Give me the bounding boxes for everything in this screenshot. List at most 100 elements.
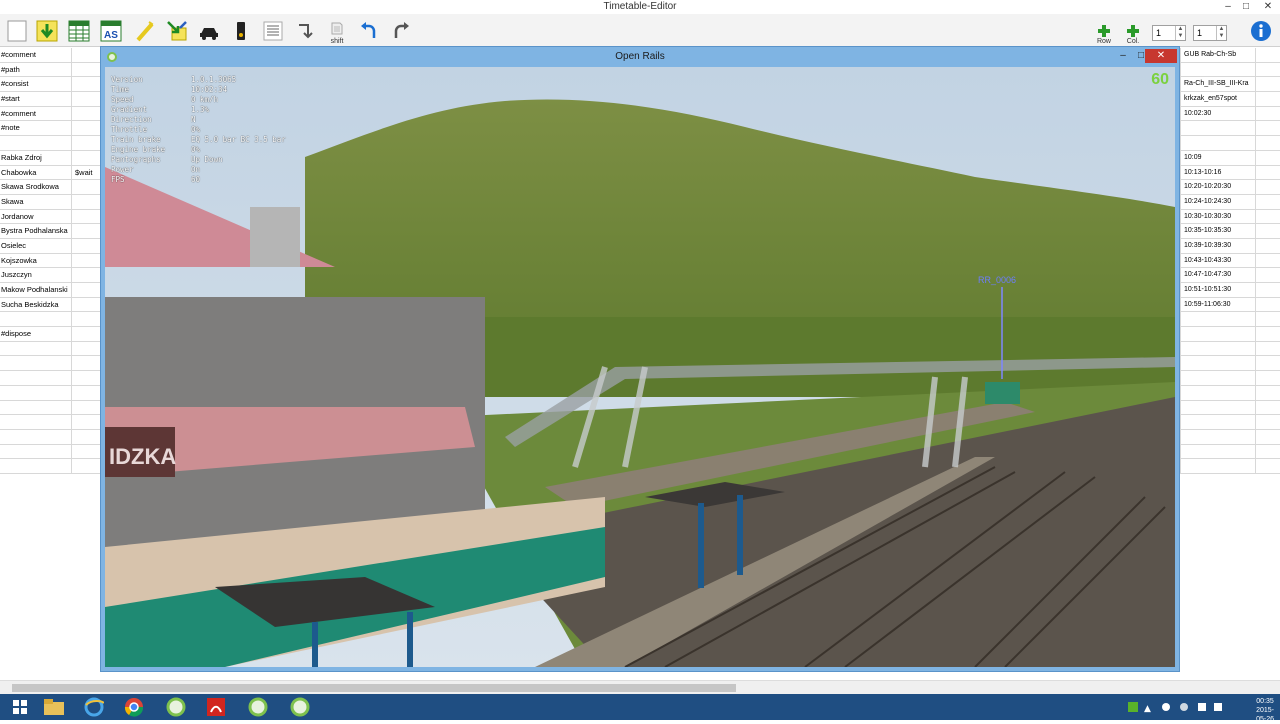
grid-cell-time[interactable] (1180, 327, 1256, 341)
grid-cell-label[interactable] (0, 356, 72, 371)
grid-cell-empty[interactable] (1256, 327, 1280, 341)
grid-cell-time[interactable]: Ra-Ch_III-SB_III-Kra (1180, 77, 1256, 92)
col-spinner[interactable]: 1 ▲ ▼ (1193, 25, 1227, 41)
grid-cell-empty[interactable] (1256, 268, 1280, 282)
taskbar-acrobat[interactable] (196, 695, 236, 719)
grid-cell-label[interactable] (0, 415, 72, 429)
grid-cell-empty[interactable] (1256, 386, 1280, 400)
grid-cell-label[interactable]: Makow Podhalanski (0, 283, 72, 297)
grid-cell-label[interactable] (0, 341, 72, 356)
grid-cell-empty[interactable] (1256, 92, 1280, 106)
grid-cell-time[interactable] (1180, 459, 1256, 473)
grid-cell-empty[interactable] (1256, 77, 1280, 91)
grid-cell-label[interactable]: Bystra Podhalanska (0, 224, 72, 238)
grid-cell-label[interactable]: Jordanow (0, 209, 72, 224)
grid-cell-label[interactable]: #path (0, 62, 72, 77)
grid-cell-label[interactable] (0, 444, 72, 459)
list-button[interactable] (260, 17, 286, 45)
grid-cell-time[interactable]: 10:20-10:20:30 (1180, 180, 1256, 194)
grid-cell-time[interactable]: krkzak_en57spot (1180, 92, 1256, 106)
horizontal-scrollbar[interactable] (0, 680, 1280, 694)
row-spinner[interactable]: 1 ▲ ▼ (1152, 25, 1186, 41)
taskbar-openrails-3[interactable] (280, 695, 320, 719)
grid-cell-empty[interactable] (1256, 459, 1280, 473)
grid-cell-empty[interactable] (1256, 401, 1280, 415)
import-button[interactable] (164, 17, 190, 45)
grid-cell-label[interactable]: Juszczyn (0, 268, 72, 282)
grid-cell-time[interactable]: 10:47-10:47:30 (1180, 268, 1256, 282)
grid-cell-empty[interactable] (1256, 312, 1280, 326)
grid-cell-label[interactable]: #dispose (0, 327, 72, 341)
grid-cell-time[interactable]: 10:02:30 (1180, 106, 1256, 121)
grid-cell-empty[interactable] (1256, 224, 1280, 238)
new-button[interactable] (4, 17, 30, 45)
grid-cell-empty[interactable] (1256, 166, 1280, 180)
simulation-viewport[interactable]: IDZKA Version 1.0.1.3065 Time 10:02:34 Speed… (105, 67, 1175, 667)
undo-button[interactable] (356, 17, 382, 45)
grid-cell-empty[interactable] (1256, 445, 1280, 459)
grid-cell-time[interactable]: 10:13-10:16 (1180, 165, 1256, 180)
grid-cell-empty[interactable] (1256, 180, 1280, 194)
grid-cell-empty[interactable] (1256, 371, 1280, 385)
spinner-arrows-icon[interactable]: ▲ ▼ (1175, 26, 1185, 40)
save-button[interactable] (66, 17, 92, 45)
taskbar-openrails-2[interactable] (238, 695, 278, 719)
scrollbar-thumb[interactable] (12, 684, 736, 692)
grid-cell-empty[interactable] (1256, 48, 1280, 62)
openrails-minimize-button[interactable]: – (1113, 49, 1133, 63)
grid-cell-time[interactable] (1180, 371, 1256, 385)
add-row-button[interactable]: Row (1091, 17, 1117, 45)
taskbar-file-explorer[interactable] (34, 695, 74, 719)
grid-cell-empty[interactable] (1256, 136, 1280, 150)
grid-cell-time[interactable] (1180, 341, 1256, 356)
grid-cell-label[interactable]: Skawa Srodkowa (0, 180, 72, 194)
grid-cell-time[interactable]: 10:43-10:43:30 (1180, 253, 1256, 268)
grid-cell-label[interactable]: Skawa (0, 194, 72, 209)
grid-cell-empty[interactable] (1256, 210, 1280, 224)
grid-cell-empty[interactable] (1256, 121, 1280, 135)
maximize-button[interactable]: □ (1236, 0, 1256, 14)
grid-cell-time[interactable]: 10:35-10:35:30 (1180, 224, 1256, 238)
grid-cell-label[interactable] (0, 385, 72, 400)
grid-cell-label[interactable]: #consist (0, 77, 72, 92)
grid-cell-time[interactable] (1180, 312, 1256, 327)
grid-cell-time[interactable] (1180, 121, 1256, 136)
grid-cell-label[interactable] (0, 136, 72, 150)
save-as-button[interactable]: AS (98, 17, 124, 45)
grid-cell-label[interactable]: Osielec (0, 238, 72, 253)
grid-cell-empty[interactable] (1256, 298, 1280, 312)
shift-down-button[interactable] (292, 17, 318, 45)
load-button[interactable] (34, 17, 60, 45)
grid-cell-empty[interactable] (1256, 356, 1280, 370)
taskbar-openrails-1[interactable] (156, 695, 196, 719)
grid-cell-label[interactable]: #comment (0, 48, 72, 62)
grid-cell-empty[interactable] (1256, 254, 1280, 268)
grid-cell-empty[interactable] (1256, 283, 1280, 297)
grid-cell-time[interactable] (1180, 444, 1256, 459)
grid-cell-empty[interactable] (1256, 239, 1280, 253)
grid-cell-time[interactable]: 10:24-10:24:30 (1180, 194, 1256, 209)
grid-cell-time[interactable]: 10:30-10:30:30 (1180, 209, 1256, 224)
grid-cell-empty[interactable] (1256, 151, 1280, 165)
openrails-close-button[interactable]: ✕ (1145, 49, 1177, 63)
wand-button[interactable] (132, 17, 158, 45)
grid-cell-empty[interactable] (1256, 63, 1280, 77)
grid-cell-time[interactable]: 10:39-10:39:30 (1180, 238, 1256, 253)
grid-cell-label[interactable]: Rabka Zdroj (0, 150, 72, 165)
shift-button[interactable]: shift (324, 17, 350, 45)
grid-cell-time[interactable] (1180, 356, 1256, 371)
grid-cell-empty[interactable] (1256, 107, 1280, 121)
grid-cell-time[interactable]: 10:09 (1180, 150, 1256, 165)
taskbar-chrome[interactable] (114, 695, 154, 719)
grid-cell-empty[interactable] (1256, 342, 1280, 356)
close-button[interactable]: ✕ (1258, 0, 1278, 14)
grid-cell-time[interactable] (1180, 136, 1256, 150)
grid-cell-time[interactable] (1180, 385, 1256, 400)
grid-cell-empty[interactable] (1256, 430, 1280, 444)
grid-cell-empty[interactable] (1256, 195, 1280, 209)
grid-cell-time[interactable]: GUB Rab-Ch-Sb (1180, 48, 1256, 62)
minimize-button[interactable]: – (1218, 0, 1238, 14)
signal-button[interactable] (228, 17, 254, 45)
grid-cell-time[interactable]: 10:59-11:06:30 (1180, 297, 1256, 312)
spinner-arrows-icon[interactable]: ▲ ▼ (1216, 26, 1226, 40)
